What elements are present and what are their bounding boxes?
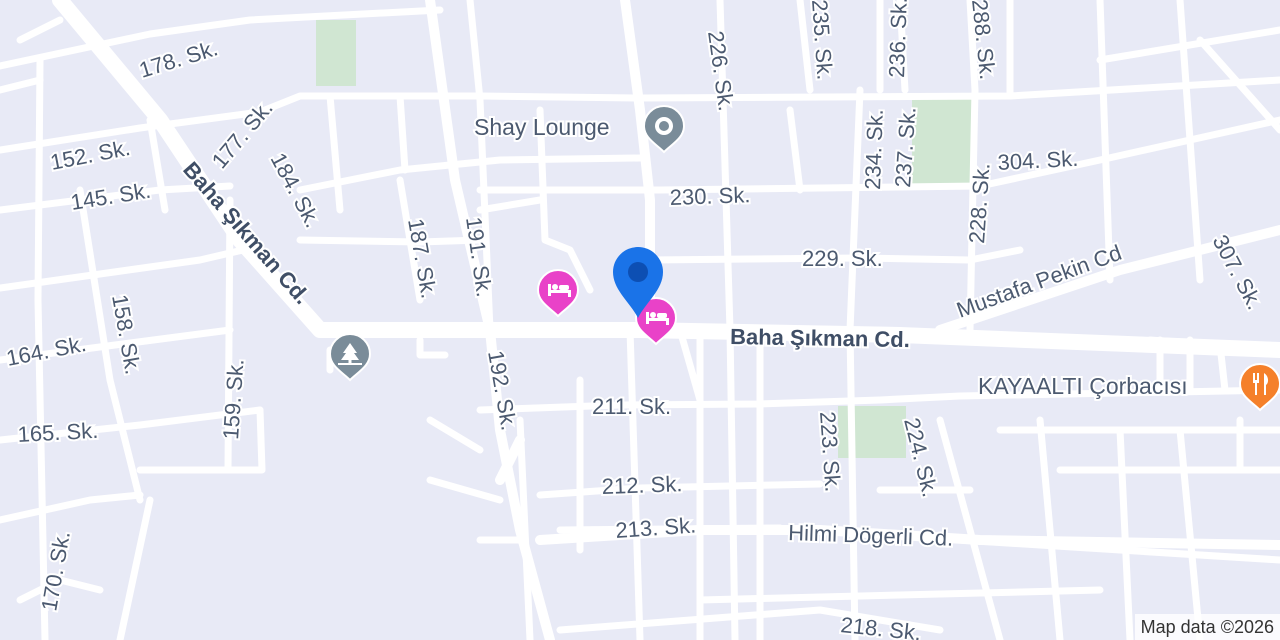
street-label: 165. Sk.: [17, 418, 99, 447]
park-area: [316, 20, 356, 86]
street-label: 164. Sk.: [4, 331, 88, 371]
park-icon[interactable]: [328, 333, 372, 382]
street-label: 145. Sk.: [69, 178, 153, 215]
street-label: 236. Sk.: [884, 0, 912, 78]
street-label: 192. Sk.: [483, 349, 522, 433]
map-layer[interactable]: 178. Sk. 152. Sk. 145. Sk. 177. Sk. Baha…: [0, 0, 1280, 640]
street-label: Hilmi Dögerli Cd.: [788, 520, 954, 551]
hotel-icon[interactable]: [536, 269, 580, 318]
map-canvas[interactable]: 178. Sk. 152. Sk. 145. Sk. 177. Sk. Baha…: [0, 0, 1280, 640]
poi-label-kayaalti[interactable]: KAYAALTI Çorbacısı: [976, 371, 1190, 401]
street-label: 304. Sk.: [997, 146, 1079, 175]
street-label: 159. Sk.: [218, 358, 249, 440]
map-attribution[interactable]: Map data ©2026: [1134, 614, 1280, 640]
street-label: 191. Sk.: [461, 215, 497, 298]
street-label: 229. Sk.: [802, 246, 883, 271]
street-label: 211. Sk.: [592, 394, 671, 419]
street-label: 228. Sk.: [964, 162, 995, 244]
street-label: 158. Sk.: [107, 293, 146, 377]
street-label: 218. Sk.: [839, 612, 922, 640]
street-label: 213. Sk.: [615, 512, 697, 543]
street-label: 230. Sk.: [669, 182, 751, 210]
major-roads: [52, 0, 1280, 358]
poi-label-shay-lounge[interactable]: Shay Lounge: [472, 112, 612, 142]
street-label: 187. Sk.: [403, 217, 442, 301]
landmark-icon[interactable]: [642, 105, 686, 154]
street-label: 178. Sk.: [136, 35, 221, 83]
fork-knife-icon[interactable]: [1238, 363, 1280, 412]
street-label: 235. Sk.: [807, 0, 838, 81]
street-label: 234. Sk.: [860, 109, 888, 191]
street-label: 212. Sk.: [601, 471, 683, 499]
park-area: [912, 96, 974, 184]
street-label: Baha Şıkman Cd.: [730, 324, 910, 352]
